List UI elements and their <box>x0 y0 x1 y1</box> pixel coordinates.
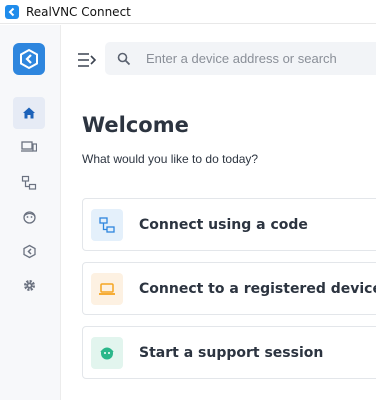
connect-code-icon <box>91 208 123 241</box>
card-label: Start a support session <box>139 344 324 361</box>
sidebar <box>0 25 61 400</box>
gear-icon <box>23 279 35 291</box>
network-icon <box>21 175 37 190</box>
card-label: Connect using a code <box>139 216 308 233</box>
page-title: Welcome <box>82 113 189 137</box>
main-content: Welcome What would you like to do today?… <box>62 95 376 400</box>
search-icon <box>117 52 131 65</box>
sidebar-item-cloud[interactable] <box>13 235 45 267</box>
support-session-icon <box>91 336 123 369</box>
devices-icon <box>21 141 37 152</box>
card-label: Connect to a registered device <box>139 280 376 297</box>
page-subtitle: What would you like to do today? <box>82 152 259 166</box>
realvnc-cube-icon <box>22 244 36 258</box>
top-bar <box>62 25 376 95</box>
connect-using-code-card[interactable]: Connect using a code <box>82 198 376 251</box>
realvnc-logo-icon[interactable] <box>13 43 45 75</box>
sidebar-item-connections[interactable] <box>13 167 45 199</box>
connect-registered-device-card[interactable]: Connect to a registered device <box>82 262 376 315</box>
window-titlebar: RealVNC Connect <box>0 0 376 24</box>
realvnc-app-icon <box>5 4 19 19</box>
start-support-session-card[interactable]: Start a support session <box>82 326 376 379</box>
search-input[interactable] <box>146 51 366 66</box>
laptop-icon <box>91 272 123 305</box>
sidebar-item-settings[interactable] <box>13 269 45 301</box>
home-icon <box>23 107 35 119</box>
window-title: RealVNC Connect <box>26 4 131 19</box>
sidebar-item-home[interactable] <box>13 97 45 129</box>
search-bar <box>105 42 376 75</box>
sidebar-toggle-button[interactable] <box>77 51 97 69</box>
support-icon <box>22 210 36 224</box>
sidebar-item-devices[interactable] <box>13 131 45 163</box>
menu-collapse-icon <box>78 53 97 67</box>
sidebar-item-support[interactable] <box>13 201 45 233</box>
